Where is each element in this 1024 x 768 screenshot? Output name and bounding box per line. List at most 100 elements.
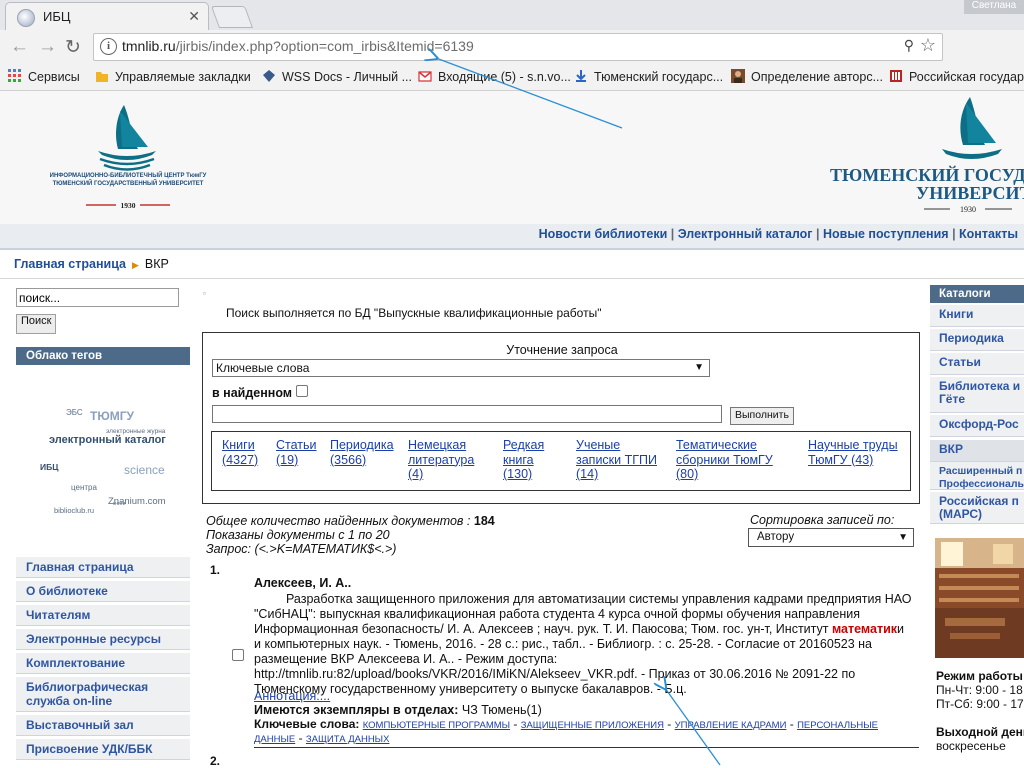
- close-icon[interactable]: ✕: [188, 8, 200, 25]
- facet-link[interactable]: Немецкая литература (4): [408, 438, 483, 482]
- logo-caption: ИНФОРМАЦИОННО-БИБЛИОТЕЧНЫЙ ЦЕНТР ТюмГУ: [50, 171, 207, 179]
- catalog-periodicals[interactable]: Периодика: [930, 329, 1024, 351]
- bookmark-managed[interactable]: Управляемые закладки: [95, 69, 251, 84]
- menu-exhibition-hall[interactable]: Выставочный зал: [16, 714, 190, 736]
- facet-link[interactable]: Научные труды ТюмГУ (43): [808, 438, 908, 467]
- keyword-link[interactable]: КОМПЬЮТЕРНЫЕ ПРОГРАММЫ: [363, 720, 510, 731]
- facet-link[interactable]: Периодика (3566): [330, 438, 400, 467]
- sort-select[interactable]: Автору ▼: [748, 528, 914, 547]
- shown-count: Показаны документы с 1 по 20: [206, 528, 390, 542]
- star-icon[interactable]: ☆: [920, 35, 936, 56]
- bookmark-inbox[interactable]: Входящие (5) - s.n.vo...: [418, 69, 571, 84]
- tag-link[interactable]: science: [124, 463, 165, 477]
- address-bar[interactable]: i tmnlib.ru/jirbis/index.php?option=com_…: [93, 33, 943, 61]
- menu-acquisition[interactable]: Комплектование: [16, 652, 190, 674]
- record-number: 1.: [210, 563, 221, 577]
- refine-query-panel: Уточнение запроса Ключевые слова ▼ в найд…: [202, 332, 920, 504]
- search-highlight: математик: [831, 622, 898, 636]
- wss-icon: [263, 70, 275, 82]
- folder-icon: [96, 72, 108, 82]
- tag-link[interactable]: центра: [71, 483, 97, 492]
- tag-link[interactable]: ЭБС: [66, 408, 83, 417]
- menu-udc-bbk[interactable]: Присвоение УДК/ББК: [16, 738, 190, 760]
- breadcrumb-home[interactable]: Главная страница: [14, 257, 126, 271]
- record-author: Алексеев, И. А..: [254, 576, 352, 590]
- tag-link[interactable]: biblioclub.ru: [54, 506, 94, 515]
- breadcrumb: Главная страница ▶ ВКР: [14, 257, 169, 271]
- catalog-books[interactable]: Книги: [930, 305, 1024, 327]
- tag-link[interactable]: книги: [113, 501, 125, 507]
- tag-link[interactable]: электронный каталог: [49, 434, 166, 446]
- record-number: 2.: [210, 754, 221, 768]
- forward-arrow-icon[interactable]: →: [38, 36, 57, 58]
- tag-cloud: ЭБС ТЮМГУ электронные журна электронный …: [16, 375, 190, 545]
- back-arrow-icon[interactable]: ←: [10, 36, 29, 58]
- facet-link[interactable]: Редкая книга (130): [503, 438, 553, 482]
- bookmark-wss[interactable]: WSS Docs - Личный ...: [262, 69, 412, 84]
- reload-icon[interactable]: ↻: [65, 36, 81, 59]
- query-input[interactable]: [212, 405, 722, 423]
- sort-label: Сортировка записей по:: [750, 513, 895, 527]
- nav-catalog[interactable]: Электронный каталог: [678, 227, 813, 241]
- university-name: ТЮМЕНСКИЙ ГОСУДАРСТВЕННЫЙ: [830, 164, 1024, 185]
- annotation-link[interactable]: Аннотация:...: [254, 689, 330, 703]
- browser-tab[interactable]: ИБЦ ✕: [5, 2, 209, 31]
- bookmark-authorship[interactable]: Определение авторс...: [731, 69, 883, 84]
- catalog-extended[interactable]: Расширенный п Профессиональ: [930, 462, 1024, 490]
- catalog-oxford[interactable]: Оксфорд-Рос: [930, 415, 1024, 437]
- in-found-checkbox[interactable]: [296, 385, 309, 397]
- search-input[interactable]: [16, 288, 179, 307]
- facet-link[interactable]: Ученые записки ТГПИ (14): [576, 438, 668, 482]
- keyword-link[interactable]: ЗАЩИЩЕННЫЕ ПРИЛОЖЕНИЯ: [521, 720, 664, 731]
- record-checkbox[interactable]: [232, 649, 244, 661]
- nav-contacts[interactable]: Контакты: [959, 227, 1018, 241]
- tab-title: ИБЦ: [43, 9, 71, 24]
- catalog-vkr[interactable]: ВКР: [930, 440, 1024, 462]
- library-icon: [890, 70, 902, 82]
- menu-home[interactable]: Главная страница: [16, 556, 190, 578]
- record-description: Разработка защищенного приложения для ав…: [254, 592, 912, 696]
- facet-link[interactable]: Статьи (19): [276, 438, 324, 467]
- opening-hours: Режим работы Пн-Чт: 9:00 - 18 Пт-Сб: 9:0…: [936, 669, 1024, 753]
- in-found-toggle[interactable]: в найденном: [212, 385, 309, 400]
- site-header: ИНФОРМАЦИОННО-БИБЛИОТЕЧНЫЙ ЦЕНТР ТюмГУ Т…: [0, 91, 1024, 224]
- university-year: 1930: [960, 205, 976, 214]
- key-icon[interactable]: ⚲: [904, 37, 914, 54]
- facet-list: Книги (4327) Статьи (19) Периодика (3566) Н…: [211, 431, 911, 491]
- keyword-link[interactable]: УПРАВЛЕНИЕ КАДРАМИ: [675, 720, 787, 731]
- catalogs-heading: Каталоги: [930, 285, 1024, 303]
- nav-new-arrivals[interactable]: Новые поступления: [823, 227, 949, 241]
- bookmark-russian-library[interactable]: Российская государс...: [889, 69, 1024, 84]
- tyumgu-logo[interactable]: ТЮМЕНСКИЙ ГОСУДАРСТВЕННЫЙ УНИВЕРСИТЕТ 19…: [820, 93, 1024, 217]
- keyword-link[interactable]: ЗАЩИТА ДАННЫХ: [306, 734, 390, 745]
- field-select[interactable]: Ключевые слова ▼: [212, 359, 710, 377]
- menu-readers[interactable]: Читателям: [16, 604, 190, 626]
- facet-link[interactable]: Тематические сборники ТюмГУ (80): [676, 438, 786, 482]
- menu-bibliographic-service[interactable]: Библиографическая служба on-line: [16, 676, 190, 712]
- tag-cloud-heading: Облако тегов: [16, 347, 190, 365]
- portrait-icon: [731, 69, 745, 83]
- run-button[interactable]: Выполнить: [730, 407, 794, 425]
- menu-e-resources[interactable]: Электронные ресурсы: [16, 628, 190, 650]
- facet-link[interactable]: Книги (4327): [222, 438, 272, 467]
- catalog-mars[interactable]: Российская п (МАРС): [930, 492, 1024, 524]
- tag-link[interactable]: ТЮМГУ: [90, 409, 134, 423]
- record-copies: Имеются экземпляры в отделах: ЧЗ Тюмень(…: [254, 703, 542, 717]
- apps-icon: [8, 69, 21, 82]
- info-icon[interactable]: i: [100, 38, 117, 55]
- url-text: tmnlib.ru/jirbis/index.php?option=com_ir…: [122, 38, 474, 54]
- ibc-logo[interactable]: ИНФОРМАЦИОННО-БИБЛИОТЕЧНЫЙ ЦЕНТР ТюмГУ Т…: [24, 97, 234, 215]
- logo-subcaption: ТЮМЕНСКИЙ ГОСУДАРСТВЕННЫЙ УНИВЕРСИТЕТ: [53, 179, 204, 187]
- dropdown-arrow-icon: ▼: [694, 362, 704, 373]
- bookmark-apps[interactable]: Сервисы: [8, 69, 80, 84]
- profile-badge[interactable]: Светлана: [964, 0, 1024, 14]
- tag-link[interactable]: ИБЦ: [40, 462, 58, 472]
- catalog-goethe[interactable]: Библиотека и Гёте: [930, 377, 1024, 413]
- nav-news[interactable]: Новости библиотеки: [539, 227, 668, 241]
- menu-about[interactable]: О библиотеке: [16, 580, 190, 602]
- bookmark-tyumen-university[interactable]: Тюменский государс...: [574, 69, 723, 84]
- search-button[interactable]: Поиск: [16, 314, 57, 334]
- catalog-articles[interactable]: Статьи: [930, 353, 1024, 375]
- dropdown-arrow-icon: ▼: [898, 532, 908, 543]
- new-tab-button[interactable]: [210, 6, 254, 28]
